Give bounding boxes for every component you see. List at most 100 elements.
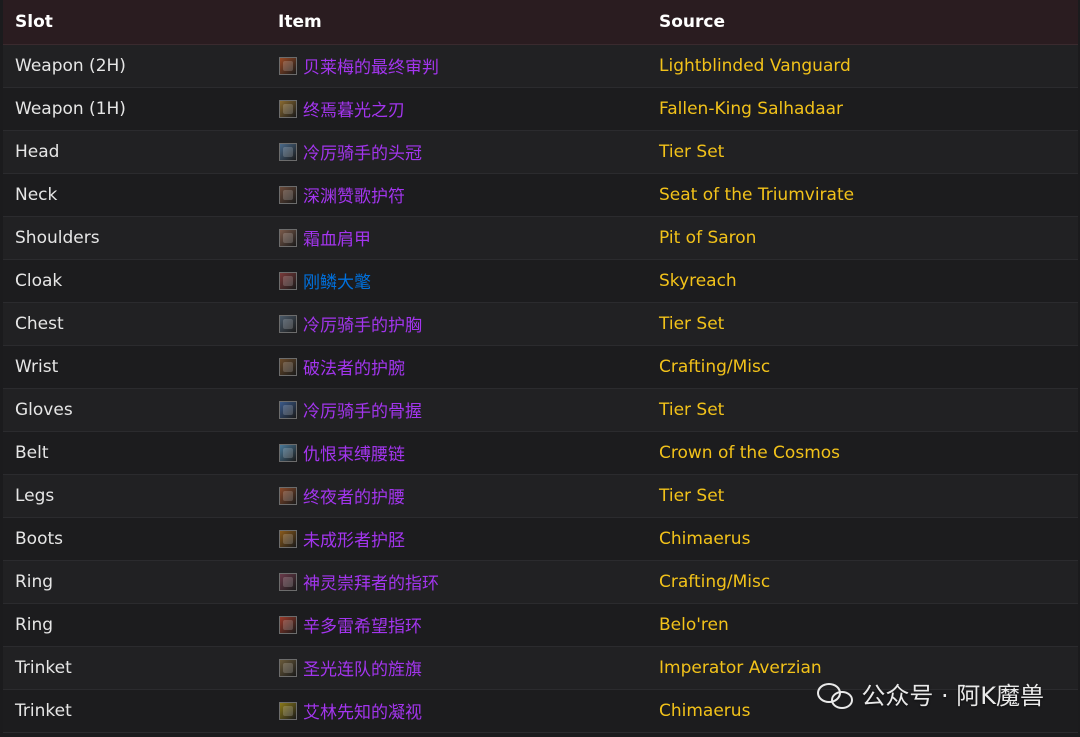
item-link[interactable]: 艾林先知的凝视 [303,698,422,723]
item-link[interactable]: 冷厉骑手的护胸 [303,311,422,336]
cloak-icon[interactable] [279,271,297,290]
item-cell: 未成形者护胫 [266,517,647,561]
table-row: Weapon (1H) 终焉暮光之刃 Fallen-King Salhadaar [3,87,1078,131]
item-cell: 深渊赞歌护符 [266,173,647,217]
item-cell: 终焉暮光之刃 [266,87,647,131]
belt-icon[interactable] [279,443,297,462]
watermark: 公众号 · 阿K魔兽 [817,676,1044,711]
table-row: Belt 仇恨束缚腰链 Crown of the Cosmos [3,431,1078,475]
item-link[interactable]: 仇恨束缚腰链 [303,440,405,465]
slot-cell: Weapon (2H) [3,44,266,88]
slot-cell: Trinket [3,646,266,690]
item-cell: 艾林先知的凝视 [266,689,647,733]
slot-cell: Cloak [3,259,266,303]
item-cell: 冷厉骑手的护胸 [266,302,647,346]
table-row: Head 冷厉骑手的头冠 Tier Set [3,130,1078,174]
item-link[interactable]: 圣光连队的旌旗 [303,655,422,680]
item-cell: 冷厉骑手的骨握 [266,388,647,432]
source-cell: Crown of the Cosmos [647,431,1078,475]
neck-icon[interactable] [279,185,297,204]
item-cell: 圣光连队的旌旗 [266,646,647,690]
table-row: Gloves 冷厉骑手的骨握 Tier Set [3,388,1078,432]
header-item[interactable]: Item [266,0,647,45]
item-cell: 霜血肩甲 [266,216,647,260]
item-link[interactable]: 冷厉骑手的头冠 [303,139,422,164]
legs-icon[interactable] [279,486,297,505]
item-cell: 破法者的护腕 [266,345,647,389]
table-row: Shoulders 霜血肩甲 Pit of Saron [3,216,1078,260]
item-cell: 终夜者的护腰 [266,474,647,518]
source-cell: Fallen-King Salhadaar [647,87,1078,131]
item-cell: 贝莱梅的最终审判 [266,44,647,88]
item-link[interactable]: 冷厉骑手的骨握 [303,397,422,422]
slot-cell: Boots [3,517,266,561]
item-cell: 刚鳞大氅 [266,259,647,303]
source-cell: Lightblinded Vanguard [647,44,1078,88]
slot-cell: Trinket [3,689,266,733]
table-row: Ring 辛多雷希望指环 Belo'ren [3,603,1078,647]
item-link[interactable]: 破法者的护腕 [303,354,405,379]
table-row: Weapon (2H) 贝莱梅的最终审判 Lightblinded Vanguard [3,44,1078,88]
slot-cell: Ring [3,560,266,604]
item-link[interactable]: 辛多雷希望指环 [303,612,422,637]
item-cell: 辛多雷希望指环 [266,603,647,647]
weapon-1h-icon[interactable] [279,99,297,118]
source-cell: Crafting/Misc [647,345,1078,389]
item-link[interactable]: 未成形者护胫 [303,526,405,551]
table-row: Cloak 刚鳞大氅 Skyreach [3,259,1078,303]
item-link[interactable]: 神灵崇拜者的指环 [303,569,439,594]
source-cell: Crafting/Misc [647,560,1078,604]
shoulder-icon[interactable] [279,228,297,247]
ring-icon[interactable] [279,615,297,634]
slot-cell: Weapon (1H) [3,87,266,131]
source-cell: Tier Set [647,388,1078,432]
slot-cell: Neck [3,173,266,217]
table-header-row: Slot Item Source [3,0,1078,45]
source-cell: Tier Set [647,474,1078,518]
item-link[interactable]: 深渊赞歌护符 [303,182,405,207]
table-row: Neck 深渊赞歌护符 Seat of the Triumvirate [3,173,1078,217]
slot-cell: Gloves [3,388,266,432]
item-link[interactable]: 终夜者的护腰 [303,483,405,508]
trinket-banner-icon[interactable] [279,658,297,677]
slot-cell: Chest [3,302,266,346]
helm-icon[interactable] [279,142,297,161]
source-cell: Skyreach [647,259,1078,303]
slot-cell: Legs [3,474,266,518]
item-link[interactable]: 刚鳞大氅 [303,268,371,293]
source-cell: Seat of the Triumvirate [647,173,1078,217]
gear-table: Slot Item Source Weapon (2H) 贝莱梅的最终审判 Ligh… [3,0,1078,733]
slot-cell: Wrist [3,345,266,389]
source-cell: Tier Set [647,130,1078,174]
table-row: Chest 冷厉骑手的护胸 Tier Set [3,302,1078,346]
item-cell: 神灵崇拜者的指环 [266,560,647,604]
item-link[interactable]: 贝莱梅的最终审判 [303,53,439,78]
slot-cell: Belt [3,431,266,475]
source-cell: Pit of Saron [647,216,1078,260]
ring-icon[interactable] [279,572,297,591]
table-row: Legs 终夜者的护腰 Tier Set [3,474,1078,518]
item-cell: 冷厉骑手的头冠 [266,130,647,174]
source-cell: Belo'ren [647,603,1078,647]
wechat-logo-icon [817,681,854,709]
item-cell: 仇恨束缚腰链 [266,431,647,475]
item-link[interactable]: 霜血肩甲 [303,225,371,250]
source-cell: Tier Set [647,302,1078,346]
table-row: Wrist 破法者的护腕 Crafting/Misc [3,345,1078,389]
table-row: Boots 未成形者护胫 Chimaerus [3,517,1078,561]
table-row: Ring 神灵崇拜者的指环 Crafting/Misc [3,560,1078,604]
weapon-2h-icon[interactable] [279,56,297,75]
slot-cell: Ring [3,603,266,647]
slot-cell: Head [3,130,266,174]
gear-table-screen: Slot Item Source Weapon (2H) 贝莱梅的最终审判 Ligh… [0,0,1080,737]
slot-cell: Shoulders [3,216,266,260]
header-source[interactable]: Source [647,0,1078,45]
header-slot[interactable]: Slot [3,0,266,45]
gloves-icon[interactable] [279,400,297,419]
wrist-icon[interactable] [279,357,297,376]
chest-icon[interactable] [279,314,297,333]
item-link[interactable]: 终焉暮光之刃 [303,96,405,121]
boots-icon[interactable] [279,529,297,548]
trinket-eye-icon[interactable] [279,701,297,720]
source-cell: Chimaerus [647,517,1078,561]
